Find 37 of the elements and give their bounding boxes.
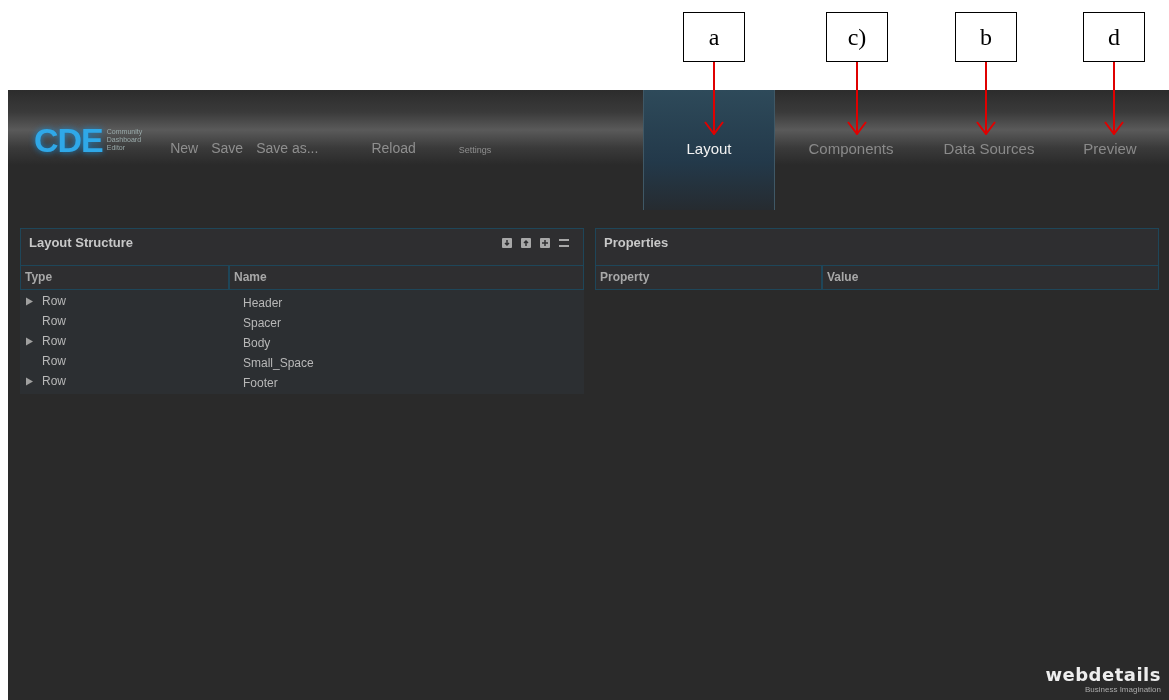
tab[interactable]: Preview (1051, 90, 1169, 210)
tab[interactable]: Layout (643, 90, 775, 210)
annotation-label: a (683, 12, 745, 62)
menu-item[interactable]: New (170, 140, 199, 156)
table-cell: Spacer (243, 315, 282, 330)
column-header: Property (595, 266, 822, 290)
table-cell: Row (42, 334, 66, 348)
remove-icon[interactable] (559, 238, 569, 248)
tab[interactable]: Components (775, 90, 927, 210)
table-cell: Footer (243, 375, 278, 390)
menu-item[interactable]: Reload (371, 140, 416, 156)
expand-arrow-icon[interactable] (25, 376, 34, 386)
table-cell: Small_Space (243, 355, 314, 370)
annotation-label: b (955, 12, 1017, 62)
panel-title: Layout Structure (29, 235, 133, 250)
tab[interactable]: Data Sources (927, 90, 1051, 210)
menu-item[interactable]: Save as... (256, 140, 319, 156)
brand-logo: webdetails (1045, 665, 1161, 685)
table-cell: Row (42, 314, 66, 328)
logo-mark: CDE (34, 120, 103, 160)
annotation-label: d (1083, 12, 1145, 62)
table-cell: Row (42, 374, 66, 388)
expand-arrow-icon[interactable] (25, 296, 34, 306)
table-cell: Row (42, 294, 66, 308)
column-header: Value (822, 266, 1159, 290)
annotation-label: c) (826, 12, 888, 62)
panel-title: Properties (604, 235, 669, 250)
table-cell: Row (42, 354, 66, 368)
brand-tagline: Business Imagination (1084, 685, 1161, 694)
menu-item[interactable]: Save (211, 140, 244, 156)
expand-arrow-icon[interactable] (25, 336, 34, 346)
table-cell: Header (243, 295, 283, 310)
table-cell: Body (243, 335, 271, 350)
menu-item[interactable]: Settings (458, 145, 492, 155)
move-up-icon[interactable] (521, 238, 531, 248)
add-icon[interactable] (540, 238, 550, 248)
move-down-icon[interactable] (502, 238, 512, 248)
